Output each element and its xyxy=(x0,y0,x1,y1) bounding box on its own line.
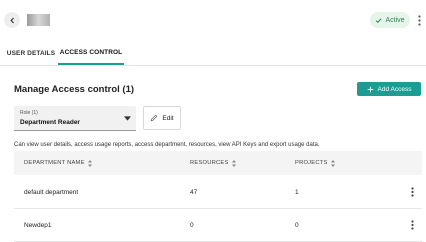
role-select-value: Department Reader xyxy=(20,119,80,126)
column-header-resources[interactable]: RESOURCES xyxy=(190,151,236,175)
section-title: Manage Access control (1) xyxy=(14,84,135,95)
plus-icon xyxy=(367,86,373,92)
check-icon xyxy=(376,17,382,23)
row-menu-icon[interactable] xyxy=(411,176,414,208)
role-select-label: Role (1) xyxy=(20,110,38,116)
tab-bar: USER DETAILS ACCESS CONTROL xyxy=(0,42,426,66)
sort-icon xyxy=(87,159,92,167)
cell-resources: 0 xyxy=(190,221,194,229)
column-header-department[interactable]: DEPARTMENT NAME xyxy=(24,151,92,175)
role-description: Can view user details, access usage repo… xyxy=(14,142,320,148)
table-header: DEPARTMENT NAME RESOURCES PROJECTS xyxy=(14,151,422,175)
access-table: DEPARTMENT NAME RESOURCES PROJECTS defau… xyxy=(14,151,422,242)
edit-button[interactable]: Edit xyxy=(143,106,181,130)
sort-icon xyxy=(330,159,335,167)
sort-icon xyxy=(231,159,236,167)
back-button[interactable] xyxy=(4,12,20,28)
table-row: default department 47 1 xyxy=(14,176,422,209)
role-select[interactable]: Role (1) Department Reader xyxy=(14,106,136,131)
more-options-icon[interactable] xyxy=(415,13,423,27)
status-label: Active xyxy=(385,16,405,24)
chevron-left-icon xyxy=(9,17,14,23)
tab-access-control[interactable]: ACCESS CONTROL xyxy=(58,42,124,65)
pencil-icon xyxy=(151,114,158,122)
cell-projects: 0 xyxy=(295,221,299,229)
add-access-label: Add Access xyxy=(377,85,412,93)
status-badge: Active xyxy=(370,12,410,28)
edit-label: Edit xyxy=(162,114,174,122)
table-row: Newdep1 0 0 xyxy=(14,209,422,242)
cell-resources: 47 xyxy=(190,188,198,196)
cell-department: Newdep1 xyxy=(24,221,52,229)
row-menu-icon[interactable] xyxy=(411,209,414,241)
cell-department: default department xyxy=(24,188,79,196)
user-avatar xyxy=(27,14,50,26)
tab-user-details[interactable]: USER DETAILS xyxy=(6,42,56,64)
add-access-button[interactable]: Add Access xyxy=(357,82,421,96)
column-header-projects[interactable]: PROJECTS xyxy=(295,151,335,175)
cell-projects: 1 xyxy=(295,188,299,196)
caret-down-icon xyxy=(124,116,131,121)
